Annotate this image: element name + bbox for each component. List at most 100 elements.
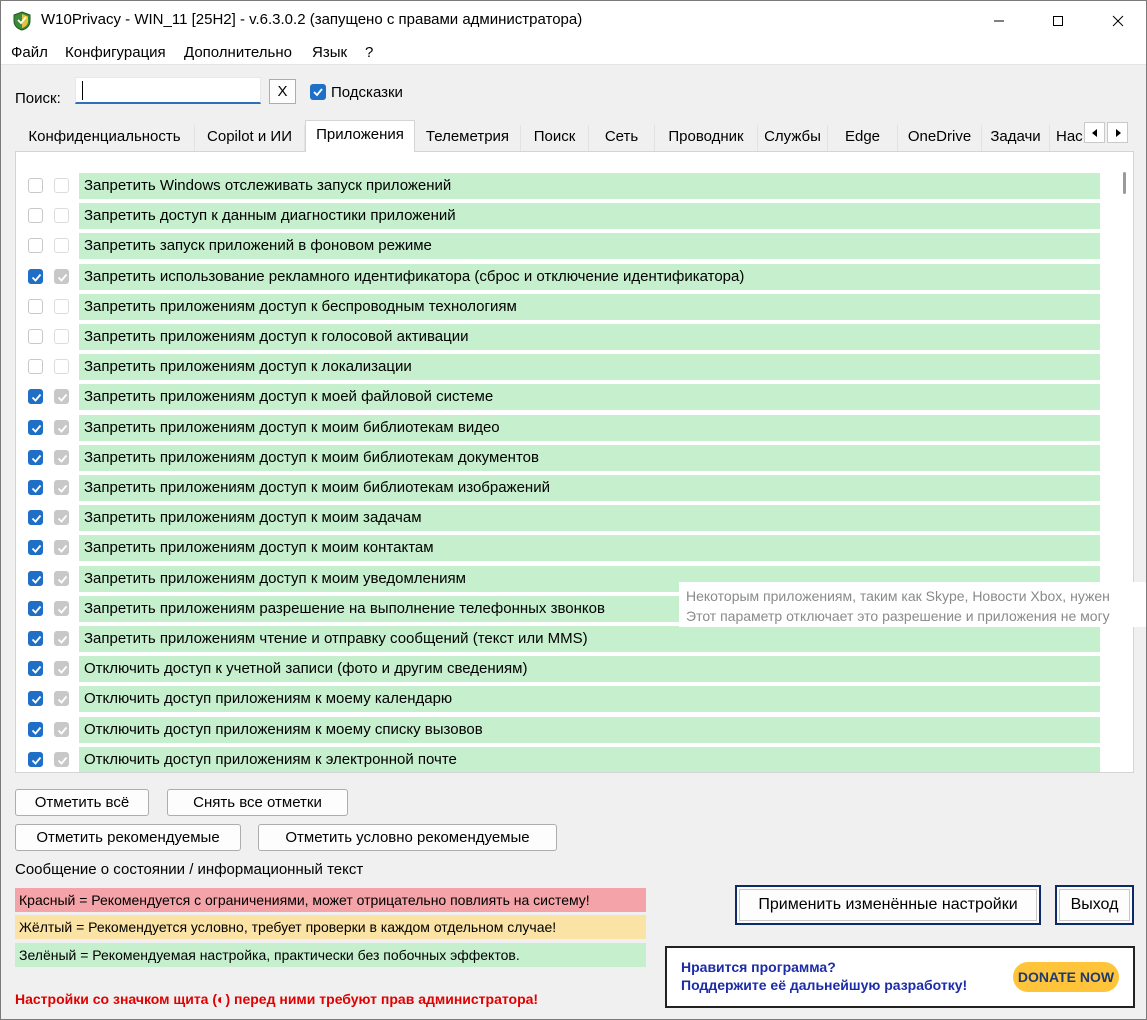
- setting-checkbox[interactable]: [28, 298, 43, 314]
- tab-search[interactable]: Поиск: [521, 125, 589, 152]
- tab-network[interactable]: Сеть: [589, 125, 655, 152]
- setting-label[interactable]: Запретить приложениям доступ к локализац…: [79, 354, 1100, 381]
- setting-row[interactable]: Запретить приложениям доступ к локализац…: [16, 352, 1116, 382]
- setting-checkbox[interactable]: [28, 600, 43, 616]
- setting-label[interactable]: Отключить доступ приложениям к моему спи…: [79, 716, 1100, 743]
- setting-label[interactable]: Запретить приложениям доступ к голосовой…: [79, 324, 1100, 350]
- setting-checkbox[interactable]: [28, 449, 43, 465]
- setting-row[interactable]: Запретить использование рекламного идент…: [16, 262, 1116, 292]
- setting-checkbox[interactable]: [28, 721, 43, 737]
- menu-configuration[interactable]: Конфигурация: [65, 44, 166, 61]
- setting-label[interactable]: Запретить приложениям доступ к моим библ…: [79, 444, 1100, 471]
- setting-label[interactable]: Запретить приложениям доступ к моим библ…: [79, 414, 1100, 441]
- tab-explorer[interactable]: Проводник: [655, 125, 758, 152]
- setting-row[interactable]: Отключить доступ к учетной записи (фото …: [16, 654, 1116, 684]
- setting-label[interactable]: Отключить доступ приложениям к электронн…: [79, 746, 1100, 772]
- setting-row[interactable]: Запретить приложениям чтение и отправку …: [16, 624, 1116, 654]
- setting-label[interactable]: Запретить приложениям доступ к моим библ…: [79, 475, 1100, 501]
- recommended-state-checkbox: [54, 751, 69, 767]
- menu-file[interactable]: Файл: [11, 44, 48, 61]
- checkmark-icon: [31, 635, 42, 644]
- setting-checkbox[interactable]: [28, 329, 43, 344]
- title-bar[interactable]: W10Privacy - WIN_11 [25H2] - v.6.3.0.2 (…: [1, 1, 1146, 41]
- setting-checkbox[interactable]: [28, 510, 43, 526]
- tab-onedrive[interactable]: OneDrive: [898, 125, 982, 152]
- setting-label[interactable]: Запретить приложениям доступ к моей файл…: [79, 384, 1100, 411]
- setting-row[interactable]: Запретить приложениям доступ к моим библ…: [16, 443, 1116, 473]
- menu-help[interactable]: ?: [365, 44, 373, 61]
- close-button[interactable]: [1095, 1, 1141, 41]
- window-title: W10Privacy - WIN_11 [25H2] - v.6.3.0.2 (…: [41, 11, 583, 28]
- setting-checkbox[interactable]: [28, 238, 43, 254]
- tab-privacy[interactable]: Конфиденциальность: [15, 125, 195, 152]
- donate-button[interactable]: DONATE NOW: [1013, 962, 1119, 992]
- setting-checkbox[interactable]: [28, 268, 43, 284]
- minimize-button[interactable]: [976, 1, 1022, 41]
- setting-label[interactable]: Запретить доступ к данным диагностики пр…: [79, 203, 1100, 230]
- check-recommended-button[interactable]: Отметить рекомендуемые: [15, 824, 241, 851]
- tab-tasks[interactable]: Задачи: [982, 125, 1050, 152]
- setting-row[interactable]: Запретить приложениям доступ к моим конт…: [16, 533, 1116, 563]
- setting-row[interactable]: Отключить доступ приложениям к моему кал…: [16, 684, 1116, 714]
- tab-apps[interactable]: Приложения: [305, 120, 415, 152]
- tab-edge[interactable]: Edge: [828, 125, 898, 152]
- apply-button[interactable]: Применить изменённые настройки: [735, 885, 1041, 925]
- uncheck-all-button[interactable]: Снять все отметки: [167, 789, 348, 816]
- setting-row[interactable]: Отключить доступ приложениям к электронн…: [16, 745, 1116, 772]
- setting-label[interactable]: Отключить доступ к учетной записи (фото …: [79, 656, 1100, 683]
- admin-rights-note: Настройки со значком щита (◐) перед ними…: [15, 991, 539, 1007]
- hints-checkbox[interactable]: [310, 84, 326, 100]
- setting-row[interactable]: Запретить приложениям доступ к моим библ…: [16, 413, 1116, 443]
- exit-button[interactable]: Выход: [1055, 885, 1134, 925]
- tab-telemetry[interactable]: Телеметрия: [415, 125, 521, 152]
- setting-checkbox[interactable]: [28, 691, 43, 707]
- checkmark-icon: [31, 545, 42, 554]
- recommended-state-checkbox: [54, 208, 69, 224]
- setting-row[interactable]: Запретить приложениям доступ к моей файл…: [16, 382, 1116, 412]
- setting-label[interactable]: Запретить приложениям доступ к беспровод…: [79, 293, 1100, 320]
- setting-checkbox[interactable]: [28, 208, 43, 224]
- setting-row[interactable]: Запретить запуск приложений в фоновом ре…: [16, 231, 1116, 261]
- setting-label[interactable]: Запретить запуск приложений в фоновом ре…: [79, 233, 1100, 260]
- setting-label[interactable]: Запретить Windows отслеживать запуск при…: [79, 173, 1100, 199]
- check-all-button[interactable]: Отметить всё: [15, 789, 149, 816]
- setting-label[interactable]: Запретить использование рекламного идент…: [79, 263, 1100, 290]
- setting-checkbox[interactable]: [28, 359, 43, 375]
- hints-label[interactable]: Подсказки: [331, 84, 403, 101]
- tab-scroll-left-button[interactable]: [1084, 122, 1105, 143]
- setting-label[interactable]: Запретить приложениям чтение и отправку …: [79, 626, 1100, 652]
- checkmark-icon: [31, 454, 42, 463]
- tab-scroll-right-button[interactable]: [1107, 122, 1128, 143]
- setting-row[interactable]: Запретить доступ к данным диагностики пр…: [16, 201, 1116, 231]
- setting-checkbox[interactable]: [28, 631, 43, 646]
- search-input[interactable]: [75, 77, 261, 104]
- setting-row[interactable]: Запретить Windows отслеживать запуск при…: [16, 171, 1116, 201]
- vertical-scrollbar[interactable]: [1123, 172, 1126, 194]
- setting-checkbox[interactable]: [28, 751, 43, 767]
- menu-additional[interactable]: Дополнительно: [184, 44, 292, 61]
- setting-row[interactable]: Запретить приложениям доступ к моим зада…: [16, 503, 1116, 533]
- menu-language[interactable]: Язык: [312, 44, 347, 61]
- setting-checkbox[interactable]: [28, 389, 43, 405]
- setting-checkbox[interactable]: [28, 570, 43, 586]
- setting-label[interactable]: Отключить доступ приложениям к моему кал…: [79, 686, 1100, 713]
- setting-checkbox[interactable]: [28, 419, 43, 435]
- setting-checkbox[interactable]: [28, 178, 43, 193]
- setting-label[interactable]: Запретить приложениям доступ к моим зада…: [79, 505, 1100, 532]
- setting-label[interactable]: Запретить приложениям доступ к моим конт…: [79, 535, 1100, 562]
- setting-row[interactable]: Запретить приложениям доступ к моим библ…: [16, 473, 1116, 503]
- tab-services[interactable]: Службы: [758, 125, 828, 152]
- checkmark-icon: [31, 424, 42, 433]
- setting-checkbox[interactable]: [28, 480, 43, 495]
- setting-row[interactable]: Запретить приложениям доступ к беспровод…: [16, 292, 1116, 322]
- setting-checkbox[interactable]: [28, 661, 43, 677]
- maximize-button[interactable]: [1035, 1, 1081, 41]
- tooltip: Некоторым приложениям, таким как Skype, …: [679, 582, 1146, 627]
- clear-search-button[interactable]: X: [269, 79, 296, 104]
- tab-copilot[interactable]: Copilot и ИИ: [195, 125, 305, 152]
- setting-row[interactable]: Отключить доступ приложениям к моему спи…: [16, 715, 1116, 745]
- setting-checkbox[interactable]: [28, 540, 43, 556]
- setting-row[interactable]: Запретить приложениям доступ к голосовой…: [16, 322, 1116, 352]
- checkmark-icon: [57, 484, 68, 493]
- check-conditional-button[interactable]: Отметить условно рекомендуемые: [258, 824, 557, 851]
